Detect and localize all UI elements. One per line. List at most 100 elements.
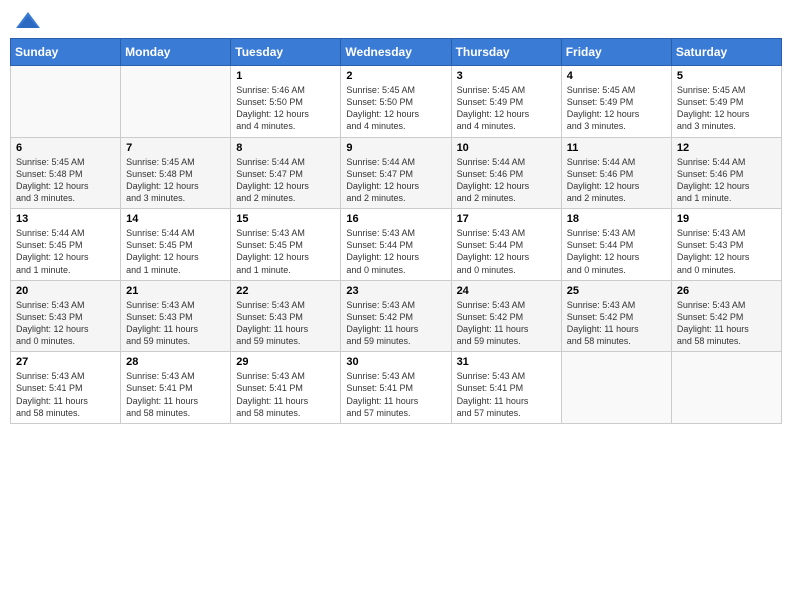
day-detail: Sunrise: 5:43 AM Sunset: 5:43 PM Dayligh… bbox=[677, 227, 776, 276]
day-detail: Sunrise: 5:43 AM Sunset: 5:44 PM Dayligh… bbox=[346, 227, 445, 276]
calendar-cell bbox=[121, 66, 231, 138]
weekday-thursday: Thursday bbox=[451, 39, 561, 66]
calendar-cell: 6 Sunrise: 5:45 AM Sunset: 5:48 PM Daylig… bbox=[11, 137, 121, 209]
day-detail: Sunrise: 5:45 AM Sunset: 5:50 PM Dayligh… bbox=[346, 84, 445, 133]
day-number: 19 bbox=[677, 213, 776, 225]
day-number: 8 bbox=[236, 142, 335, 154]
day-detail: Sunrise: 5:43 AM Sunset: 5:41 PM Dayligh… bbox=[236, 370, 335, 419]
day-number: 20 bbox=[16, 285, 115, 297]
calendar-cell: 27 Sunrise: 5:43 AM Sunset: 5:41 PM Dayli… bbox=[11, 352, 121, 424]
day-number: 13 bbox=[16, 213, 115, 225]
day-detail: Sunrise: 5:44 AM Sunset: 5:47 PM Dayligh… bbox=[346, 156, 445, 205]
day-detail: Sunrise: 5:44 AM Sunset: 5:46 PM Dayligh… bbox=[457, 156, 556, 205]
day-detail: Sunrise: 5:44 AM Sunset: 5:46 PM Dayligh… bbox=[677, 156, 776, 205]
calendar-cell: 20 Sunrise: 5:43 AM Sunset: 5:43 PM Dayli… bbox=[11, 280, 121, 352]
day-number: 24 bbox=[457, 285, 556, 297]
day-number: 27 bbox=[16, 356, 115, 368]
day-number: 30 bbox=[346, 356, 445, 368]
day-number: 16 bbox=[346, 213, 445, 225]
calendar-cell: 18Sunrise: 5:43 AM Sunset: 5:44 PM Dayli… bbox=[561, 209, 671, 281]
weekday-friday: Friday bbox=[561, 39, 671, 66]
weekday-saturday: Saturday bbox=[671, 39, 781, 66]
calendar-cell: 4 Sunrise: 5:45 AM Sunset: 5:49 PM Daylig… bbox=[561, 66, 671, 138]
calendar-cell bbox=[561, 352, 671, 424]
day-detail: Sunrise: 5:43 AM Sunset: 5:42 PM Dayligh… bbox=[567, 299, 666, 348]
day-number: 31 bbox=[457, 356, 556, 368]
day-number: 1 bbox=[236, 70, 335, 82]
day-detail: Sunrise: 5:43 AM Sunset: 5:42 PM Dayligh… bbox=[677, 299, 776, 348]
calendar-cell: 25 Sunrise: 5:43 AM Sunset: 5:42 PM Dayli… bbox=[561, 280, 671, 352]
calendar-cell: 3 Sunrise: 5:45 AM Sunset: 5:49 PM Daylig… bbox=[451, 66, 561, 138]
day-detail: Sunrise: 5:44 AM Sunset: 5:45 PM Dayligh… bbox=[16, 227, 115, 276]
day-number: 29 bbox=[236, 356, 335, 368]
day-number: 11 bbox=[567, 142, 666, 154]
day-detail: Sunrise: 5:44 AM Sunset: 5:46 PM Dayligh… bbox=[567, 156, 666, 205]
week-row-4: 20 Sunrise: 5:43 AM Sunset: 5:43 PM Dayli… bbox=[11, 280, 782, 352]
day-number: 15 bbox=[236, 213, 335, 225]
calendar-cell: 13 Sunrise: 5:44 AM Sunset: 5:45 PM Dayli… bbox=[11, 209, 121, 281]
day-detail: Sunrise: 5:43 AM Sunset: 5:41 PM Dayligh… bbox=[346, 370, 445, 419]
day-detail: Sunrise: 5:43 AM Sunset: 5:41 PM Dayligh… bbox=[126, 370, 225, 419]
day-detail: Sunrise: 5:45 AM Sunset: 5:49 PM Dayligh… bbox=[457, 84, 556, 133]
day-number: 12 bbox=[677, 142, 776, 154]
calendar-cell: 26 Sunrise: 5:43 AM Sunset: 5:42 PM Dayli… bbox=[671, 280, 781, 352]
calendar-cell: 28Sunrise: 5:43 AM Sunset: 5:41 PM Dayli… bbox=[121, 352, 231, 424]
day-detail: Sunrise: 5:43 AM Sunset: 5:44 PM Dayligh… bbox=[567, 227, 666, 276]
day-detail: Sunrise: 5:45 AM Sunset: 5:49 PM Dayligh… bbox=[567, 84, 666, 133]
logo-icon bbox=[14, 10, 42, 32]
day-number: 21 bbox=[126, 285, 225, 297]
day-number: 3 bbox=[457, 70, 556, 82]
calendar-cell: 31 Sunrise: 5:43 AM Sunset: 5:41 PM Dayli… bbox=[451, 352, 561, 424]
calendar-cell: 30 Sunrise: 5:43 AM Sunset: 5:41 PM Dayli… bbox=[341, 352, 451, 424]
week-row-1: 1 Sunrise: 5:46 AM Sunset: 5:50 PM Daylig… bbox=[11, 66, 782, 138]
calendar-cell: 9 Sunrise: 5:44 AM Sunset: 5:47 PM Daylig… bbox=[341, 137, 451, 209]
weekday-sunday: Sunday bbox=[11, 39, 121, 66]
day-number: 23 bbox=[346, 285, 445, 297]
day-detail: Sunrise: 5:43 AM Sunset: 5:45 PM Dayligh… bbox=[236, 227, 335, 276]
day-detail: Sunrise: 5:43 AM Sunset: 5:43 PM Dayligh… bbox=[16, 299, 115, 348]
calendar-cell: 8 Sunrise: 5:44 AM Sunset: 5:47 PM Daylig… bbox=[231, 137, 341, 209]
calendar-cell: 2 Sunrise: 5:45 AM Sunset: 5:50 PM Daylig… bbox=[341, 66, 451, 138]
day-number: 6 bbox=[16, 142, 115, 154]
calendar-cell: 1 Sunrise: 5:46 AM Sunset: 5:50 PM Daylig… bbox=[231, 66, 341, 138]
day-number: 22 bbox=[236, 285, 335, 297]
week-row-5: 27 Sunrise: 5:43 AM Sunset: 5:41 PM Dayli… bbox=[11, 352, 782, 424]
day-number: 25 bbox=[567, 285, 666, 297]
week-row-3: 13 Sunrise: 5:44 AM Sunset: 5:45 PM Dayli… bbox=[11, 209, 782, 281]
day-detail: Sunrise: 5:46 AM Sunset: 5:50 PM Dayligh… bbox=[236, 84, 335, 133]
calendar-cell: 21 Sunrise: 5:43 AM Sunset: 5:43 PM Dayli… bbox=[121, 280, 231, 352]
logo bbox=[14, 10, 46, 32]
calendar-cell: 7Sunrise: 5:45 AM Sunset: 5:48 PM Daylig… bbox=[121, 137, 231, 209]
calendar-cell bbox=[671, 352, 781, 424]
week-row-2: 6 Sunrise: 5:45 AM Sunset: 5:48 PM Daylig… bbox=[11, 137, 782, 209]
calendar-table: SundayMondayTuesdayWednesdayThursdayFrid… bbox=[10, 38, 782, 424]
weekday-wednesday: Wednesday bbox=[341, 39, 451, 66]
calendar-cell: 14Sunrise: 5:44 AM Sunset: 5:45 PM Dayli… bbox=[121, 209, 231, 281]
calendar-cell: 23Sunrise: 5:43 AM Sunset: 5:42 PM Dayli… bbox=[341, 280, 451, 352]
calendar-cell: 11 Sunrise: 5:44 AM Sunset: 5:46 PM Dayli… bbox=[561, 137, 671, 209]
calendar-cell: 5 Sunrise: 5:45 AM Sunset: 5:49 PM Daylig… bbox=[671, 66, 781, 138]
calendar-cell: 15 Sunrise: 5:43 AM Sunset: 5:45 PM Dayli… bbox=[231, 209, 341, 281]
day-detail: Sunrise: 5:45 AM Sunset: 5:48 PM Dayligh… bbox=[16, 156, 115, 205]
day-detail: Sunrise: 5:45 AM Sunset: 5:49 PM Dayligh… bbox=[677, 84, 776, 133]
calendar-cell: 19 Sunrise: 5:43 AM Sunset: 5:43 PM Dayli… bbox=[671, 209, 781, 281]
day-number: 26 bbox=[677, 285, 776, 297]
calendar-cell: 24 Sunrise: 5:43 AM Sunset: 5:42 PM Dayli… bbox=[451, 280, 561, 352]
day-detail: Sunrise: 5:44 AM Sunset: 5:45 PM Dayligh… bbox=[126, 227, 225, 276]
day-detail: Sunrise: 5:43 AM Sunset: 5:43 PM Dayligh… bbox=[126, 299, 225, 348]
day-number: 5 bbox=[677, 70, 776, 82]
day-number: 2 bbox=[346, 70, 445, 82]
calendar-cell: 29 Sunrise: 5:43 AM Sunset: 5:41 PM Dayli… bbox=[231, 352, 341, 424]
calendar-cell: 12 Sunrise: 5:44 AM Sunset: 5:46 PM Dayli… bbox=[671, 137, 781, 209]
calendar-cell: 22Sunrise: 5:43 AM Sunset: 5:43 PM Dayli… bbox=[231, 280, 341, 352]
day-detail: Sunrise: 5:43 AM Sunset: 5:41 PM Dayligh… bbox=[457, 370, 556, 419]
weekday-tuesday: Tuesday bbox=[231, 39, 341, 66]
day-number: 17 bbox=[457, 213, 556, 225]
calendar-cell: 16 Sunrise: 5:43 AM Sunset: 5:44 PM Dayli… bbox=[341, 209, 451, 281]
day-detail: Sunrise: 5:43 AM Sunset: 5:42 PM Dayligh… bbox=[457, 299, 556, 348]
day-detail: Sunrise: 5:43 AM Sunset: 5:41 PM Dayligh… bbox=[16, 370, 115, 419]
day-number: 4 bbox=[567, 70, 666, 82]
day-detail: Sunrise: 5:44 AM Sunset: 5:47 PM Dayligh… bbox=[236, 156, 335, 205]
day-number: 9 bbox=[346, 142, 445, 154]
weekday-header-row: SundayMondayTuesdayWednesdayThursdayFrid… bbox=[11, 39, 782, 66]
